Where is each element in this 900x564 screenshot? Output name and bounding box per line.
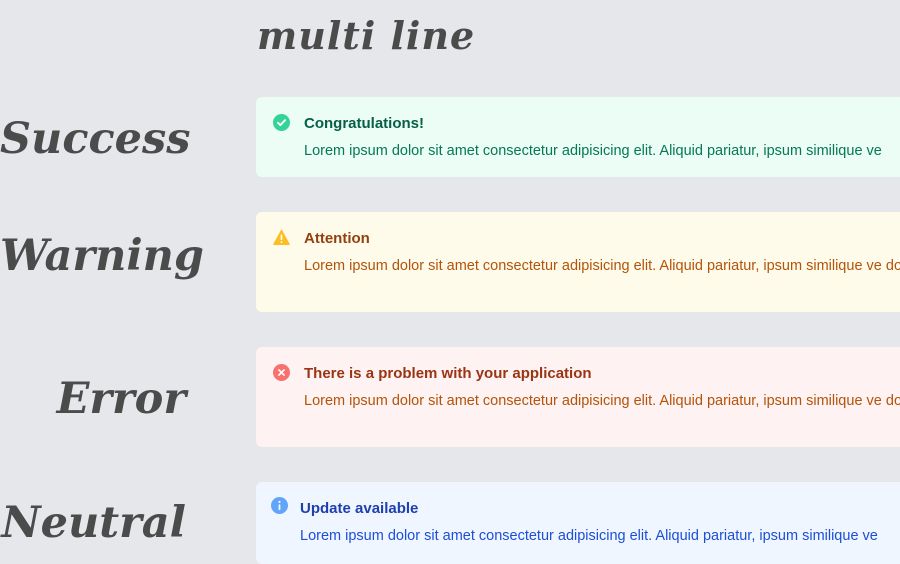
alert-error: There is a problem with your application…: [256, 347, 900, 447]
alert-body: Lorem ipsum dolor sit amet consectetur a…: [304, 393, 900, 409]
row-label-neutral: Neutral: [1, 498, 186, 548]
alert-title: Update available: [300, 500, 419, 517]
alert-title: There is a problem with your application: [304, 365, 592, 382]
alert-neutral: Update available Lorem ipsum dolor sit a…: [256, 482, 900, 564]
alert-body: Lorem ipsum dolor sit amet consectetur a…: [300, 528, 878, 544]
alert-title: Congratulations!: [304, 115, 424, 132]
alert-warning: Attention Lorem ipsum dolor sit amet con…: [256, 212, 900, 312]
alert-success: Congratulations! Lorem ipsum dolor sit a…: [256, 97, 900, 177]
section-heading: multi line: [257, 13, 476, 58]
row-label-success: Success: [0, 114, 191, 164]
alert-body: Lorem ipsum dolor sit amet consectetur a…: [304, 258, 900, 274]
alert-body: Lorem ipsum dolor sit amet consectetur a…: [304, 143, 882, 159]
alert-title: Attention: [304, 230, 370, 247]
info-circle-icon: [271, 497, 288, 514]
row-label-error: Error: [56, 374, 186, 424]
warning-triangle-icon: [273, 229, 290, 246]
check-circle-icon: [273, 114, 290, 131]
row-label-warning: Warning: [0, 231, 204, 281]
x-circle-icon: [273, 364, 290, 381]
